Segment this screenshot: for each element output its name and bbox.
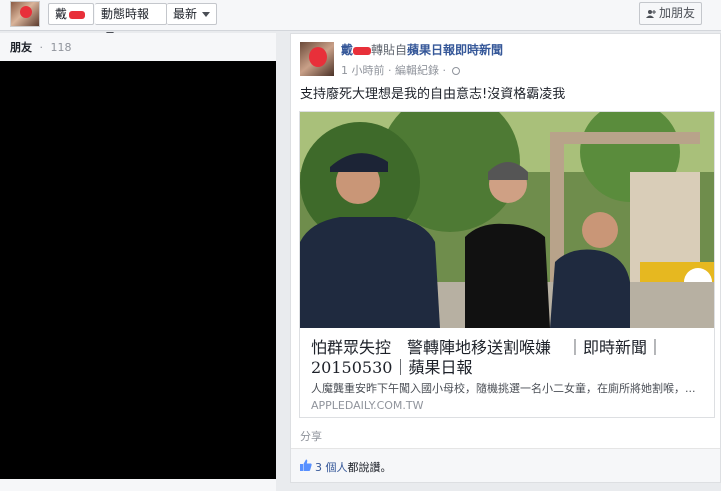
post-message: 支持廢死大理想是我的自由意志!沒資格霸凌我 xyxy=(300,87,566,102)
thumbs-up-icon xyxy=(300,459,312,471)
source-page-link[interactable]: 蘋果日報即時新聞 xyxy=(407,43,503,57)
meta-separator: · xyxy=(442,64,447,77)
add-friend-icon xyxy=(645,9,656,18)
redaction-mark xyxy=(353,46,372,55)
author-name-link[interactable]: 戴 xyxy=(341,43,372,57)
caret-down-icon xyxy=(202,12,211,17)
news-feed-post: 戴 轉貼自蘋果日報即時新聞 1 小時前 · 編輯紀錄 · 支持廢死大理想是我的自由… xyxy=(290,33,721,483)
author-avatar[interactable] xyxy=(300,42,334,76)
newest-dropdown[interactable]: 最新 xyxy=(167,3,217,25)
redacted-friends-area xyxy=(0,61,276,479)
friends-count: 118 xyxy=(50,41,72,54)
link-domain: APPLEDAILY.COM.TW xyxy=(311,399,424,412)
meta-separator: · xyxy=(388,64,392,77)
likes-bar: 3 個人都說讚。 xyxy=(291,448,720,482)
globe-icon[interactable] xyxy=(451,67,460,75)
friends-separator: · xyxy=(39,41,44,54)
friends-label[interactable]: 朋友 xyxy=(10,41,32,54)
shared-from-text: 轉貼自 xyxy=(371,43,408,57)
redaction-mark xyxy=(309,47,327,67)
profile-avatar[interactable] xyxy=(10,1,40,27)
timeline-dropdown-label: 動態時報 xyxy=(101,7,150,21)
post-header: 戴 轉貼自蘋果日報即時新聞 xyxy=(341,42,503,58)
news-photo xyxy=(300,112,714,328)
friends-column: 朋友 · 118 xyxy=(0,33,276,491)
link-preview-card[interactable]: 怕群眾失控 警轉陣地移送割喉嫌 ｜即時新聞｜20150530｜蘋果日報 人魔龔重… xyxy=(299,111,715,418)
redaction-mark xyxy=(20,6,32,18)
post-meta: 1 小時前 · 編輯紀錄 · xyxy=(341,62,460,78)
profile-topbar: 戴 動態時報 最新 加朋友 xyxy=(0,0,721,37)
link-title[interactable]: 怕群眾失控 警轉陣地移送割喉嫌 ｜即時新聞｜20150530｜蘋果日報 xyxy=(311,338,707,378)
likes-count-link[interactable]: 3 個人 xyxy=(315,461,348,474)
profile-name-button[interactable]: 戴 xyxy=(48,3,94,25)
share-link[interactable]: 分享 xyxy=(300,428,322,444)
profile-name-label: 戴 xyxy=(55,7,68,21)
friends-header: 朋友 · 118 xyxy=(0,33,276,61)
link-preview-image[interactable] xyxy=(300,112,714,328)
timeline-dropdown[interactable]: 動態時報 xyxy=(95,3,167,37)
link-description: 人魔龔重安昨下午闖入國小母校，隨機挑選一名小二女童，在廁所將她割喉，... xyxy=(311,382,696,395)
add-friend-button[interactable]: 加朋友 xyxy=(639,2,702,25)
add-friend-label: 加朋友 xyxy=(658,6,695,20)
post-timestamp[interactable]: 1 小時前 xyxy=(341,64,385,77)
likes-summary: 3 個人都說讚。 xyxy=(315,459,392,475)
likes-suffix: 都說讚。 xyxy=(347,461,392,474)
author-name: 戴 xyxy=(341,43,354,57)
redaction-mark xyxy=(69,10,86,19)
newest-dropdown-label: 最新 xyxy=(173,7,198,21)
edit-history-link[interactable]: 編輯紀錄 xyxy=(395,64,439,77)
